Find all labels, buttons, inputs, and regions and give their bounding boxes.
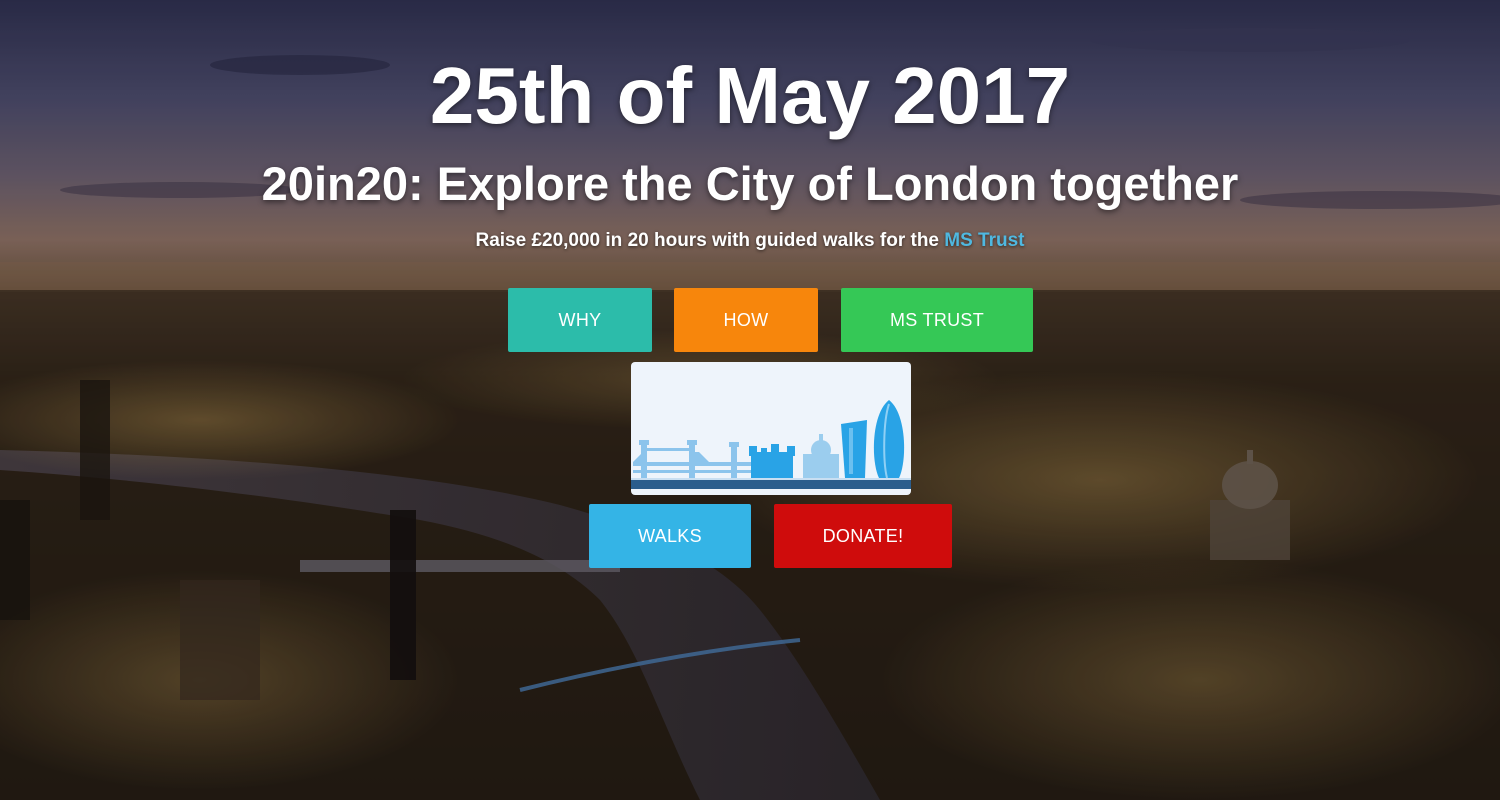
skyline-logo-card	[631, 362, 911, 495]
tagline-text: Raise £20,000 in 20 hours with guided wa…	[475, 230, 945, 251]
event-title: 20in20: Explore the City of London toget…	[261, 157, 1239, 210]
why-button[interactable]: WHY	[508, 288, 652, 352]
how-button[interactable]: HOW	[674, 288, 818, 352]
walks-button[interactable]: WALKS	[589, 504, 751, 568]
tagline: Raise £20,000 in 20 hours with guided wa…	[0, 230, 1500, 252]
ms-trust-button[interactable]: MS TRUST	[841, 288, 1033, 352]
london-skyline-icon	[631, 400, 911, 489]
ms-trust-link[interactable]: MS Trust	[944, 230, 1024, 251]
event-date-heading: 25th of May 2017	[429, 51, 1071, 140]
donate-button[interactable]: DONATE!	[774, 504, 952, 568]
